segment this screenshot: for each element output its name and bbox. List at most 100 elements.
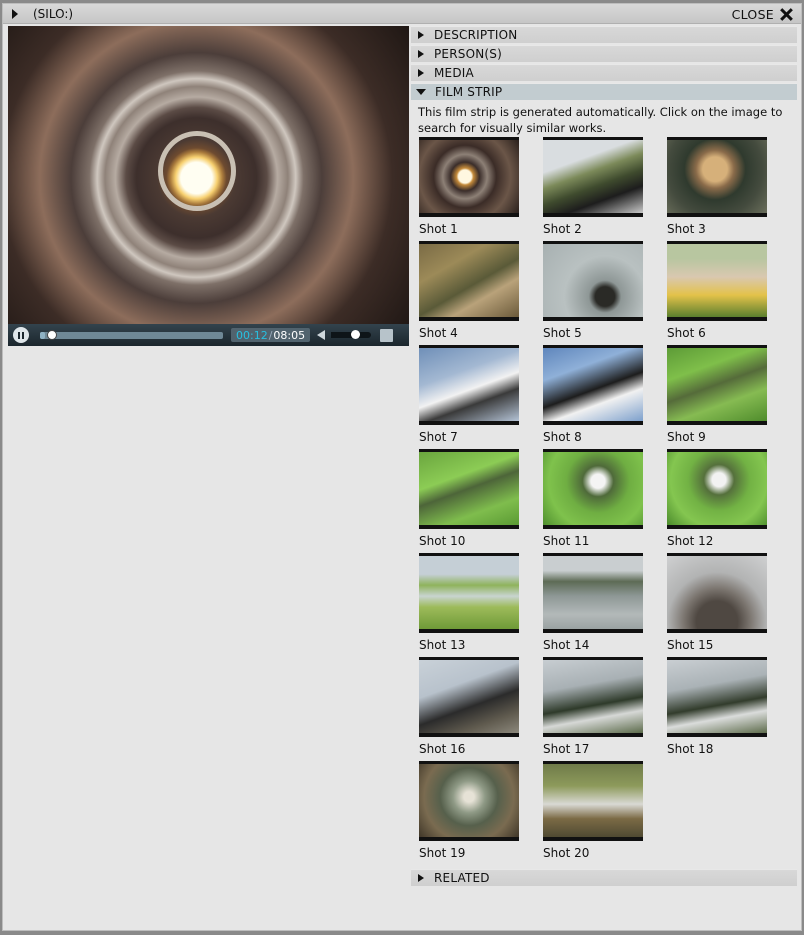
shot-image [543,452,643,525]
film-strip-shot[interactable]: Shot 16 [419,657,543,761]
shot-image [667,244,767,317]
film-strip-shot[interactable]: Shot 13 [419,553,543,657]
shot-image [419,556,519,629]
film-strip-shot[interactable]: Shot 7 [419,345,543,449]
film-strip-shot[interactable]: Shot 1 [419,137,543,241]
title-bar: (SILO:) CLOSE [3,4,801,24]
film-strip-shot[interactable]: Shot 3 [667,137,791,241]
film-strip-shot[interactable]: Shot 6 [667,241,791,345]
film-strip-shot[interactable]: Shot 17 [543,657,667,761]
film-strip-shot[interactable]: Shot 4 [419,241,543,345]
film-strip-shot[interactable]: Shot 10 [419,449,543,553]
film-strip-shot[interactable]: Shot 11 [543,449,667,553]
expand-arrow-icon[interactable] [12,9,18,19]
shot-thumbnail[interactable] [667,137,767,217]
shot-thumbnail[interactable] [543,137,643,217]
seek-handle[interactable] [46,329,57,340]
film-strip-shot[interactable]: Shot 12 [667,449,791,553]
section-description[interactable]: DESCRIPTION [411,26,797,43]
section-label: DESCRIPTION [434,28,518,42]
volume-slider[interactable] [331,330,372,339]
shot-label: Shot 17 [543,742,590,756]
shot-image [543,660,643,733]
shot-label: Shot 14 [543,638,590,652]
shot-thumbnail[interactable] [419,449,519,529]
duration: 08:05 [273,328,306,342]
section-label: FILM STRIP [435,85,503,99]
shot-image [543,140,643,213]
expand-arrow-icon [418,50,424,58]
window-title: (SILO:) [33,7,74,21]
shot-image [543,244,643,317]
video-frame[interactable] [8,26,409,324]
shot-label: Shot 12 [667,534,714,548]
shot-image [667,348,767,421]
shot-thumbnail[interactable] [419,345,519,425]
film-strip-shot[interactable]: Shot 19 [419,761,543,865]
section-film-strip[interactable]: FILM STRIP [411,83,797,100]
shot-thumbnail[interactable] [543,449,643,529]
shot-thumbnail[interactable] [419,657,519,737]
shot-image [667,140,767,213]
shot-label: Shot 8 [543,430,582,444]
volume-handle[interactable] [351,330,361,339]
info-panel: DESCRIPTION PERSON(S) MEDIA FILM STRIP T… [411,26,797,865]
shot-thumbnail[interactable] [543,241,643,321]
current-time: 00:12 [236,328,268,342]
shot-image [419,660,519,733]
shot-label: Shot 18 [667,742,714,756]
seek-bar[interactable] [40,329,223,340]
shot-image [419,452,519,525]
shot-thumbnail[interactable] [667,345,767,425]
film-strip-shot[interactable]: Shot 15 [667,553,791,657]
fullscreen-button[interactable] [380,328,394,342]
expand-arrow-icon [418,31,424,39]
section-label: PERSON(S) [434,47,502,61]
time-display: 00:12 / 08:05 [231,328,311,342]
shot-image [667,660,767,733]
shot-label: Shot 16 [419,742,466,756]
shot-image [667,556,767,629]
film-strip-shot[interactable]: Shot 8 [543,345,667,449]
close-button[interactable]: CLOSE [732,5,793,23]
pause-bar-icon [22,331,24,339]
shot-thumbnail[interactable] [667,657,767,737]
shot-label: Shot 4 [419,326,458,340]
shot-thumbnail[interactable] [419,241,519,321]
film-strip-shot[interactable]: Shot 20 [543,761,667,865]
shot-label: Shot 20 [543,846,590,860]
shot-thumbnail[interactable] [543,553,643,633]
shot-label: Shot 7 [419,430,458,444]
film-strip-shot[interactable]: Shot 9 [667,345,791,449]
film-strip-shot[interactable]: Shot 2 [543,137,667,241]
expand-arrow-icon [418,69,424,77]
shot-image [419,348,519,421]
section-label: RELATED [434,871,490,885]
shot-thumbnail[interactable] [667,241,767,321]
shot-image [543,556,643,629]
shot-thumbnail[interactable] [667,449,767,529]
film-strip-shot[interactable]: Shot 14 [543,553,667,657]
shot-label: Shot 10 [419,534,466,548]
section-persons[interactable]: PERSON(S) [411,45,797,62]
shot-thumbnail[interactable] [667,553,767,633]
shot-thumbnail[interactable] [543,657,643,737]
shot-thumbnail[interactable] [543,761,643,841]
shot-thumbnail[interactable] [419,553,519,633]
film-strip-grid: Shot 1 Shot 2 Shot 3 Shot 4 Shot 5 Shot 6 Shot… [419,137,797,865]
shot-image [543,764,643,837]
shot-thumbnail[interactable] [543,345,643,425]
section-media[interactable]: MEDIA [411,64,797,81]
video-player: 00:12 / 08:05 [8,26,409,346]
film-strip-shot[interactable]: Shot 18 [667,657,791,761]
expand-arrow-icon [418,874,424,882]
player-controls: 00:12 / 08:05 [8,324,409,346]
shot-thumbnail[interactable] [419,761,519,841]
shot-label: Shot 2 [543,222,582,236]
section-related[interactable]: RELATED [411,869,797,886]
volume-icon[interactable] [317,330,326,340]
film-strip-note: This film strip is generated automatical… [418,105,783,135]
film-strip-shot[interactable]: Shot 5 [543,241,667,345]
pause-button[interactable] [13,327,29,343]
shot-thumbnail[interactable] [419,137,519,217]
